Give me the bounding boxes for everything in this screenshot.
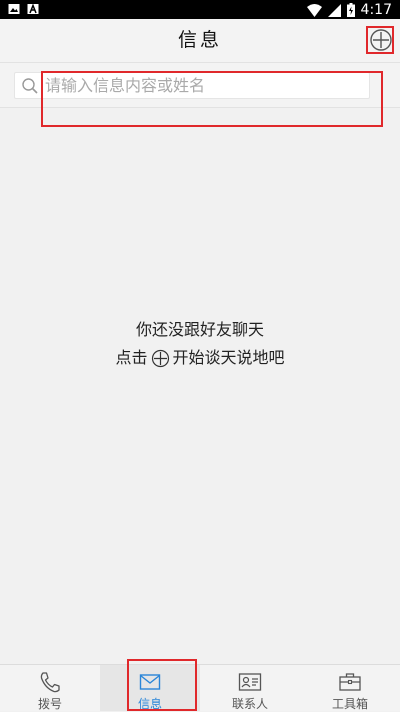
toolbox-icon: [339, 673, 361, 691]
wifi-icon: [306, 3, 322, 17]
nav-item-contacts[interactable]: 联系人: [200, 665, 300, 711]
add-button-highlight: [366, 26, 394, 54]
messages-tab-highlight: [127, 659, 197, 711]
nav-label-toolbox: 工具箱: [331, 697, 368, 711]
search-highlight: [41, 71, 383, 127]
app-notification-icon: [27, 3, 39, 14]
nav-label-contacts: 联系人: [231, 697, 268, 711]
header: 信息: [0, 19, 400, 62]
nav-item-toolbox[interactable]: 工具箱: [300, 665, 400, 711]
empty-state-prefix: 点击: [115, 348, 148, 367]
empty-state-line2: 点击 开始谈天说地吧: [0, 344, 400, 372]
search-icon: [22, 78, 38, 94]
nav-item-dial[interactable]: 拨号: [0, 665, 100, 711]
battery-icon: [346, 3, 355, 17]
phone-icon: [40, 672, 60, 693]
nav-label-dial: 拨号: [37, 697, 62, 711]
contact-card-icon: [238, 673, 262, 691]
signal-icon: [327, 3, 341, 17]
bottom-nav: 拨号 信息 联系人 工具箱: [0, 664, 400, 711]
status-bar: 4:17: [0, 0, 400, 19]
empty-state: 你还没跟好友聊天 点击 开始谈天说地吧: [0, 316, 400, 372]
status-time: 4:17: [360, 2, 392, 18]
plus-circle-icon: [151, 349, 169, 367]
page-title: 信息: [177, 29, 222, 51]
empty-state-line1: 你还没跟好友聊天: [135, 320, 264, 339]
empty-state-suffix: 开始谈天说地吧: [172, 348, 285, 367]
image-notification-icon: [8, 4, 20, 14]
